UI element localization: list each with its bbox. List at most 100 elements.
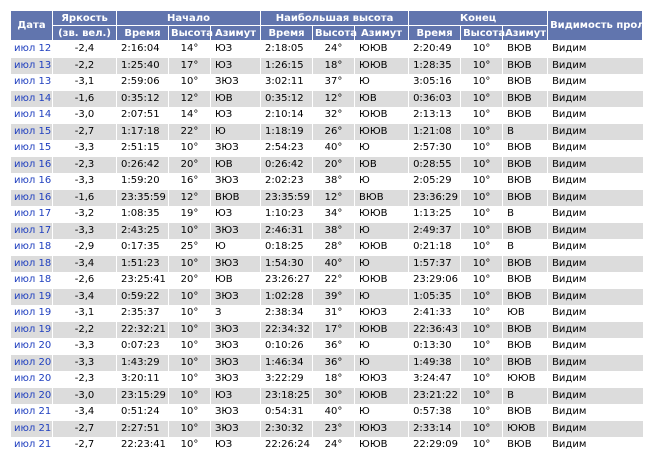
pass-date-link[interactable]: июл 17 — [14, 225, 51, 236]
end-time-cell: 1:57:37 — [408, 255, 461, 272]
max-altitude-cell: 36° — [312, 354, 355, 371]
pass-date-link[interactable]: июл 18 — [14, 241, 51, 252]
max-azimuth-cell: ЮЮВ — [354, 40, 409, 58]
end-altitude-cell: 10° — [460, 57, 503, 74]
end-altitude-cell: 10° — [460, 90, 503, 107]
magnitude-cell: -3,3 — [52, 140, 117, 157]
start-time-cell: 22:23:41 — [116, 437, 169, 454]
magnitude-cell: -2,2 — [52, 321, 117, 338]
table-row: июл 16 -2,3 0:26:42 20° ЮВ 0:26:42 20° ЮВ 0:28:5… — [10, 156, 643, 173]
table-row: июл 19 -3,1 2:35:37 10° З 2:38:34 31° ЮЮЗ 2:41:3… — [10, 305, 643, 322]
max-altitude-cell: 18° — [312, 371, 355, 388]
max-azimuth-cell: ЮВ — [354, 156, 409, 173]
end-altitude-cell: 10° — [460, 107, 503, 124]
pass-date-link[interactable]: июл 17 — [14, 208, 51, 219]
max-altitude-cell: 18° — [312, 57, 355, 74]
start-altitude-cell: 22° — [168, 123, 211, 140]
visibility-cell: Видим — [547, 189, 643, 206]
max-azimuth-cell: ЮЮВ — [354, 437, 409, 454]
pass-date-link[interactable]: июл 19 — [14, 307, 51, 318]
date-cell: июл 20 — [10, 387, 53, 404]
end-altitude-cell: 10° — [460, 156, 503, 173]
pass-date-link[interactable]: июл 19 — [14, 291, 51, 302]
pass-date-link[interactable]: июл 20 — [14, 373, 51, 384]
pass-date-link[interactable]: июл 18 — [14, 258, 51, 269]
pass-date-link[interactable]: июл 21 — [14, 406, 51, 417]
start-azimuth-cell: З — [209, 305, 261, 322]
magnitude-cell: -3,2 — [52, 206, 117, 223]
pass-date-link[interactable]: июл 16 — [14, 192, 51, 203]
pass-date-link[interactable]: июл 19 — [14, 324, 51, 335]
pass-date-link[interactable]: июл 13 — [14, 76, 51, 87]
start-time-cell: 2:59:06 — [116, 74, 169, 91]
max-azimuth-cell: ЮЮВ — [354, 107, 409, 124]
start-altitude-cell: 10° — [168, 387, 211, 404]
table-row: июл 18 -3,4 1:51:23 10° ЗЮЗ 1:54:30 40° Ю 1:57:3… — [10, 255, 643, 272]
table-row: июл 17 -3,3 2:43:25 10° ЗЮЗ 2:46:31 38° Ю 2:49:3… — [10, 222, 643, 239]
start-altitude-cell: 14° — [168, 40, 211, 58]
start-time-cell: 23:35:59 — [116, 189, 169, 206]
date-cell: июл 21 — [10, 437, 53, 454]
date-cell: июл 18 — [10, 239, 53, 256]
max-time-cell: 0:54:31 — [260, 404, 313, 421]
visibility-cell: Видим — [547, 74, 643, 91]
visibility-cell: Видим — [547, 222, 643, 239]
start-azimuth-cell: ВЮВ — [209, 189, 261, 206]
start-altitude-cell: 10° — [168, 371, 211, 388]
max-azimuth-cell: ЮЮВ — [354, 206, 409, 223]
end-time-cell: 0:28:55 — [408, 156, 461, 173]
end-time-cell: 2:13:13 — [408, 107, 461, 124]
start-azimuth-cell: ЗЮЗ — [209, 140, 261, 157]
magnitude-cell: -2,2 — [52, 57, 117, 74]
table-row: июл 15 -3,3 2:51:15 10° ЗЮЗ 2:54:23 40° Ю 2:57:3… — [10, 140, 643, 157]
visibility-cell: Видим — [547, 321, 643, 338]
visibility-cell: Видим — [547, 354, 643, 371]
max-azimuth-cell: ЮЮЗ — [354, 371, 409, 388]
pass-date-link[interactable]: июл 20 — [14, 390, 51, 401]
max-azimuth-cell: Ю — [354, 354, 409, 371]
max-altitude-cell: 24° — [312, 437, 355, 454]
pass-date-link[interactable]: июл 20 — [14, 340, 51, 351]
pass-date-link[interactable]: июл 13 — [14, 60, 51, 71]
max-azimuth-cell: ВЮВ — [354, 189, 409, 206]
date-cell: июл 20 — [10, 371, 53, 388]
pass-date-link[interactable]: июл 18 — [14, 274, 51, 285]
start-time-cell: 1:25:40 — [116, 57, 169, 74]
max-azimuth-cell: Ю — [354, 338, 409, 355]
visibility-cell: Видим — [547, 371, 643, 388]
max-time-cell: 1:02:28 — [260, 288, 313, 305]
table-row: июл 20 -3,0 23:15:29 10° ЮЗ 23:18:25 30° ЮЮВ 23:… — [10, 387, 643, 404]
end-azimuth-cell: ВЮВ — [502, 321, 548, 338]
pass-date-link[interactable]: июл 12 — [14, 43, 51, 54]
table-row: июл 19 -3,4 0:59:22 10° ЗЮЗ 1:02:28 39° Ю 1:05:3… — [10, 288, 643, 305]
pass-date-link[interactable]: июл 14 — [14, 109, 51, 120]
start-altitude-cell: 10° — [168, 255, 211, 272]
max-altitude-cell: 17° — [312, 321, 355, 338]
pass-date-link[interactable]: июл 21 — [14, 423, 51, 434]
magnitude-cell: -2,7 — [52, 437, 117, 454]
end-azimuth-cell: ВЮВ — [502, 57, 548, 74]
table-row: июл 18 -2,6 23:25:41 20° ЮВ 23:26:27 22° ЮЮВ 23:… — [10, 272, 643, 289]
max-altitude-cell: 22° — [312, 272, 355, 289]
start-altitude-cell: 25° — [168, 239, 211, 256]
date-header: Дата — [10, 10, 53, 41]
pass-date-link[interactable]: июл 15 — [14, 142, 51, 153]
max-azimuth-cell: ЮЮВ — [354, 57, 409, 74]
table-row: июл 13 -2,2 1:25:40 17° ЮЗ 1:26:15 18° ЮЮВ 1:28:… — [10, 57, 643, 74]
table-row: июл 16 -1,6 23:35:59 12° ВЮВ 23:35:59 12° ВЮВ 23… — [10, 189, 643, 206]
pass-date-link[interactable]: июл 21 — [14, 439, 51, 450]
start-altitude-cell: 12° — [168, 189, 211, 206]
pass-date-link[interactable]: июл 15 — [14, 126, 51, 137]
pass-date-link[interactable]: июл 14 — [14, 93, 51, 104]
pass-date-link[interactable]: июл 16 — [14, 159, 51, 170]
max-altitude-cell: 12° — [312, 189, 355, 206]
max-azimuth-header: Азимут — [354, 25, 410, 41]
pass-date-link[interactable]: июл 20 — [14, 357, 51, 368]
end-altitude-cell: 10° — [460, 354, 503, 371]
end-azimuth-cell: В — [502, 387, 548, 404]
visibility-cell: Видим — [547, 173, 643, 190]
max-altitude-cell: 32° — [312, 107, 355, 124]
pass-date-link[interactable]: июл 16 — [14, 175, 51, 186]
max-time-cell: 3:02:11 — [260, 74, 313, 91]
visibility-cell: Видим — [547, 206, 643, 223]
